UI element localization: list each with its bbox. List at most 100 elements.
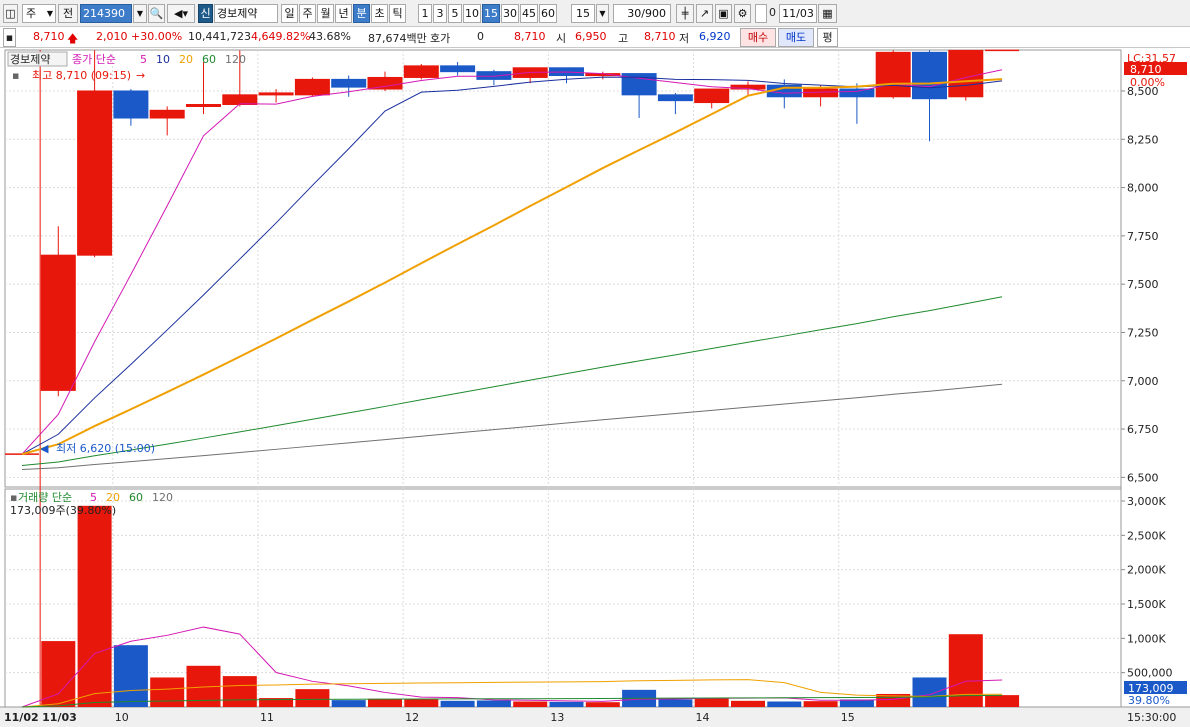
info-toggle-icon[interactable]: ▪ — [3, 28, 16, 47]
chevron-down-icon: ▼ — [46, 9, 53, 18]
tab-interval-3[interactable]: 3 — [433, 4, 447, 23]
candle — [294, 78, 330, 96]
volume-bar — [368, 698, 402, 707]
gear-icon[interactable]: ⚙ — [734, 4, 751, 23]
date-checkbox[interactable] — [755, 4, 767, 23]
current-volume: 173,009주(39.80%) — [10, 504, 116, 517]
tab-period-일[interactable]: 일 — [281, 4, 298, 23]
volume-bar — [767, 701, 802, 707]
price-tick-label: 6,500 — [1127, 471, 1159, 484]
hoga-value: 0 — [477, 30, 484, 43]
tab-period-년[interactable]: 년 — [335, 4, 352, 23]
tab-period-주[interactable]: 주 — [299, 4, 316, 23]
buy-button[interactable]: 매수 — [740, 28, 776, 47]
price-tick-label: 7,500 — [1127, 278, 1159, 291]
tab-period-분[interactable]: 분 — [353, 4, 370, 23]
tab-interval-45[interactable]: 45 — [520, 4, 538, 23]
volume-bar — [440, 700, 475, 707]
volume-bar — [513, 701, 548, 707]
tab-interval-10[interactable]: 10 — [463, 4, 481, 23]
candle — [694, 88, 730, 104]
vol-legend-item: 20 — [106, 491, 120, 504]
candle — [77, 90, 113, 256]
count-field[interactable]: 30/900 — [613, 4, 671, 23]
indicator-icon[interactable]: ↗ — [696, 4, 713, 23]
volume-bar — [694, 698, 729, 707]
vol-legend-item: 60 — [129, 491, 143, 504]
price-tick-label: 6,750 — [1127, 423, 1159, 436]
market-select-value: 주 — [26, 7, 37, 20]
price-info-bar: ▪ 8,710 🡅 2,010 +30.00% 10,441,723 4,649… — [0, 27, 1190, 48]
trade-amount: 87,674백만 — [368, 32, 427, 45]
market-select[interactable]: 주 ▼ — [22, 4, 56, 23]
chevron-down-icon[interactable]: ▼ — [596, 4, 609, 23]
candle — [258, 92, 294, 96]
candle-type-icon[interactable]: ╪ — [676, 4, 694, 23]
window-icon[interactable]: ◫ — [3, 4, 18, 23]
volume-tick-label: 2,000K — [1127, 564, 1166, 577]
arrow-left-icon: ◀ — [40, 442, 49, 455]
high-note: 최고 8,710 (09:15) — [32, 69, 131, 82]
price-volume-chart[interactable]: 8,5008,2508,0007,7507,5007,2507,0006,750… — [0, 48, 1190, 727]
average-button[interactable]: 평 — [817, 28, 838, 47]
grid-icon: ▪ — [10, 491, 17, 504]
x-axis-label: 14 — [696, 711, 710, 724]
candle — [948, 49, 984, 98]
x-axis-label: 12 — [405, 711, 419, 724]
x-axis-label: 11/03 — [42, 711, 77, 724]
stock-code-input[interactable]: 214390 — [80, 4, 132, 23]
price-change-percent: +30.00% — [131, 30, 183, 43]
tab-interval-5[interactable]: 5 — [448, 4, 462, 23]
chart-toolbar: ◫ 주 ▼ 전 214390 ▼ 🔍 ◀▾ 신 경보제약 일주월년분초틱 1351… — [0, 0, 1190, 27]
volume-bar — [150, 677, 185, 707]
volume-tick-label: 2,500K — [1127, 529, 1166, 542]
low-label: 저 — [679, 32, 690, 45]
tab-interval-15[interactable]: 15 — [482, 4, 500, 23]
ma-legend-item: 5 — [140, 53, 147, 66]
price-tick-label: 7,000 — [1127, 375, 1159, 388]
candle — [222, 94, 258, 106]
volume-bar — [476, 700, 511, 707]
ma-legend-item: 120 — [225, 53, 246, 66]
volume-bar — [222, 676, 257, 707]
stock-name-field[interactable]: 경보제약 — [214, 4, 278, 23]
sell-button[interactable]: 매도 — [778, 28, 814, 47]
x-axis-label: 15 — [841, 711, 855, 724]
tab-period-월[interactable]: 월 — [317, 4, 334, 23]
candle — [113, 90, 149, 119]
candle — [657, 94, 693, 102]
volume-bar — [41, 641, 76, 707]
volume-bar — [549, 701, 584, 707]
price-change: 2,010 — [96, 30, 128, 43]
open-label: 시 — [556, 32, 567, 45]
tab-interval-60[interactable]: 60 — [539, 4, 557, 23]
calendar-icon[interactable]: ▦ — [818, 4, 837, 23]
x-axis-end-time: 15:30:00 — [1127, 711, 1176, 724]
save-icon[interactable]: ▣ — [715, 4, 732, 23]
chevron-down-icon[interactable]: ▼ — [133, 4, 147, 23]
candle — [440, 65, 476, 73]
interval-select[interactable]: 15 — [571, 4, 595, 23]
volume-bar — [585, 702, 620, 707]
volume-bar — [803, 701, 838, 707]
high-label: 고 — [618, 32, 629, 45]
speaker-icon[interactable]: ◀▾ — [167, 4, 195, 23]
prev-button[interactable]: 전 — [58, 4, 78, 23]
vol-legend-item: 5 — [90, 491, 97, 504]
high-price: 8,710 — [644, 30, 676, 43]
candle — [40, 254, 76, 391]
tab-interval-1[interactable]: 1 — [418, 4, 432, 23]
search-icon[interactable]: 🔍 — [148, 4, 165, 23]
volume-bar — [77, 505, 112, 707]
x-axis-label: 11 — [260, 711, 274, 724]
date-field[interactable]: 11/03 — [779, 4, 817, 23]
price-tick-label: 7,250 — [1127, 326, 1159, 339]
price-tick-label: 7,750 — [1127, 230, 1159, 243]
tab-interval-30[interactable]: 30 — [501, 4, 519, 23]
tab-period-틱[interactable]: 틱 — [389, 4, 406, 23]
low-note: 최저 6,620 (15:00) — [56, 442, 155, 455]
volume-tick-label: 1,000K — [1127, 632, 1166, 645]
tab-period-초[interactable]: 초 — [371, 4, 388, 23]
stock-tag: 경보제약 — [10, 52, 50, 66]
volume-bar — [731, 700, 765, 707]
